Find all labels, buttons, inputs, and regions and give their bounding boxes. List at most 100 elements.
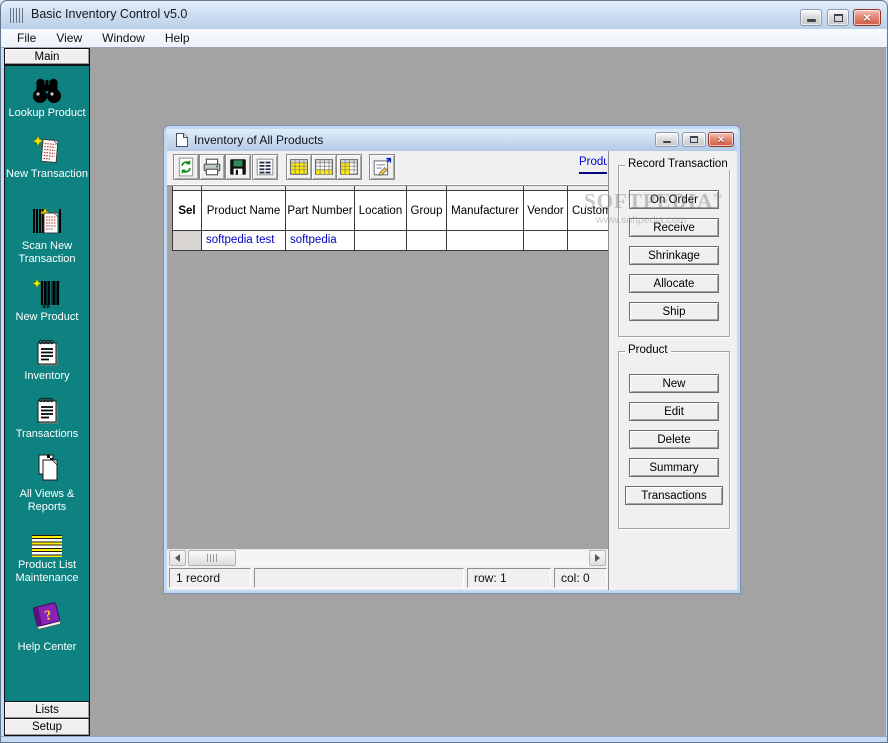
sidebar-tab-main[interactable]: Main	[5, 49, 89, 66]
table-partial-yellow-icon	[314, 157, 334, 177]
horizontal-scrollbar[interactable]	[167, 549, 608, 566]
receive-button[interactable]: Receive	[629, 218, 719, 237]
main-titlebar[interactable]: Basic Inventory Control v5.0 ×	[1, 1, 888, 29]
cell-vendor[interactable]	[524, 231, 568, 251]
menu-file[interactable]: File	[7, 29, 46, 48]
menu-view[interactable]: View	[46, 29, 92, 48]
col-header-location[interactable]: Location	[355, 191, 407, 231]
child-close-button[interactable]: ×	[708, 132, 734, 147]
product-group-title: Product	[625, 344, 671, 356]
child-titlebar[interactable]: Inventory of All Products ×	[167, 129, 737, 151]
menu-help[interactable]: Help	[155, 29, 200, 48]
child-minimize-button[interactable]	[655, 132, 679, 147]
table-column-yellow-icon	[339, 157, 359, 177]
cell-product-name[interactable]: softpedia test	[202, 231, 286, 251]
minimize-icon	[807, 19, 816, 22]
sidebar-tab-lists[interactable]: Lists	[5, 701, 89, 718]
col-header-product-name[interactable]: Product Name	[202, 191, 286, 231]
row-selector-cell[interactable]	[173, 231, 202, 251]
document-icon	[175, 132, 189, 153]
refresh-button[interactable]	[173, 154, 199, 180]
close-button[interactable]: ×	[853, 9, 881, 26]
child-close-icon: ×	[718, 134, 724, 146]
cell-part-number[interactable]: softpedia	[286, 231, 355, 251]
menu-window[interactable]: Window	[92, 29, 155, 48]
status-message-panel	[254, 568, 464, 588]
child-maximize-icon	[690, 136, 698, 143]
sidebar-item-lookup-product[interactable]: Lookup Product	[5, 73, 89, 120]
sidebar-item-all-views-reports[interactable]: All Views & Reports	[5, 451, 89, 514]
scrollbar-track[interactable]	[236, 550, 589, 566]
sidebar-item-help-center[interactable]: ? Help Center	[5, 597, 89, 654]
sidebar: Main Lookup Product	[4, 48, 90, 736]
close-icon: ×	[863, 11, 871, 25]
receipt-barcode-icon	[30, 204, 64, 238]
table-view-full-button[interactable]	[286, 154, 312, 180]
on-order-button[interactable]: On Order	[629, 190, 719, 209]
help-book-icon: ?	[27, 597, 67, 639]
application-window: Basic Inventory Control v5.0 × File View…	[0, 0, 888, 743]
shrinkage-button[interactable]: Shrinkage	[629, 246, 719, 265]
sidebar-tab-setup[interactable]: Setup	[5, 718, 89, 735]
sidebar-item-product-list-maintenance[interactable]: Product List Maintenance	[5, 531, 89, 585]
inventory-notepad-icon	[32, 336, 62, 368]
barcode-sparkle-icon	[30, 276, 64, 309]
properties-form-icon	[372, 157, 392, 177]
action-panel: Record Transaction On Order Receive Shri…	[608, 151, 737, 590]
table-view-column-button[interactable]	[336, 154, 362, 180]
products-grid: Sel Product Name Part Number Location Gr…	[172, 186, 608, 251]
sidebar-item-transactions[interactable]: Transactions	[5, 394, 89, 441]
striped-list-icon	[32, 531, 62, 557]
product-group: Product New Edit Delete Summary Transact…	[618, 351, 730, 529]
save-button[interactable]	[225, 154, 251, 180]
delete-product-button[interactable]: Delete	[629, 430, 719, 449]
refresh-icon	[176, 157, 196, 177]
child-maximize-button[interactable]	[682, 132, 706, 147]
cell-group[interactable]	[407, 231, 447, 251]
scroll-left-button[interactable]	[169, 550, 186, 566]
sidebar-item-new-product[interactable]: New Product	[5, 276, 89, 324]
child-statusbar: 1 record row: 1 col: 0	[167, 566, 608, 590]
cell-location[interactable]	[355, 231, 407, 251]
documents-icon	[32, 451, 62, 486]
record-transaction-title: Record Transaction	[625, 158, 731, 170]
col-header-customer[interactable]: Customer	[568, 191, 608, 231]
maximize-button[interactable]	[827, 9, 849, 26]
new-product-button[interactable]: New	[629, 374, 719, 393]
properties-button[interactable]	[369, 154, 395, 180]
ship-button[interactable]: Ship	[629, 302, 719, 321]
transactions-button[interactable]: Transactions	[625, 486, 723, 505]
barcode-app-icon	[10, 8, 25, 23]
grid-area: Sel Product Name Part Number Location Gr…	[167, 186, 608, 549]
rows-view-button[interactable]	[252, 154, 278, 180]
child-window-inventory: Inventory of All Products ×	[163, 125, 741, 594]
sidebar-item-scan-new-transaction[interactable]: Scan New Transaction	[5, 204, 89, 266]
col-header-manufacturer[interactable]: Manufacturer	[447, 191, 524, 231]
col-header-vendor[interactable]: Vendor	[524, 191, 568, 231]
cell-manufacturer[interactable]	[447, 231, 524, 251]
child-toolbar: Products	[167, 151, 608, 186]
allocate-button[interactable]: Allocate	[629, 274, 719, 293]
record-transaction-group: Record Transaction On Order Receive Shri…	[618, 165, 730, 337]
status-col-indicator: col: 0	[554, 568, 607, 588]
maximize-icon	[834, 14, 843, 22]
transactions-notepad-icon	[32, 394, 62, 426]
sidebar-item-new-transaction[interactable]: New Transaction	[5, 133, 89, 181]
col-header-sel[interactable]: Sel	[173, 191, 202, 231]
table-yellow-icon	[289, 157, 309, 177]
edit-product-button[interactable]: Edit	[629, 402, 719, 421]
summary-button[interactable]: Summary	[629, 458, 719, 477]
col-header-group[interactable]: Group	[407, 191, 447, 231]
table-view-partial-button[interactable]	[311, 154, 337, 180]
minimize-button[interactable]	[800, 9, 822, 26]
table-row[interactable]: softpedia test softpedia	[173, 231, 608, 251]
col-header-part-number[interactable]: Part Number	[286, 191, 355, 231]
status-record-count: 1 record	[169, 568, 251, 588]
cell-customer[interactable]	[568, 231, 608, 251]
scroll-right-button[interactable]	[589, 550, 606, 566]
print-button[interactable]	[199, 154, 225, 180]
products-link[interactable]: Products	[579, 155, 607, 174]
sidebar-item-inventory[interactable]: Inventory	[5, 336, 89, 383]
child-window-title: Inventory of All Products	[194, 133, 323, 147]
scrollbar-thumb[interactable]	[188, 550, 236, 566]
